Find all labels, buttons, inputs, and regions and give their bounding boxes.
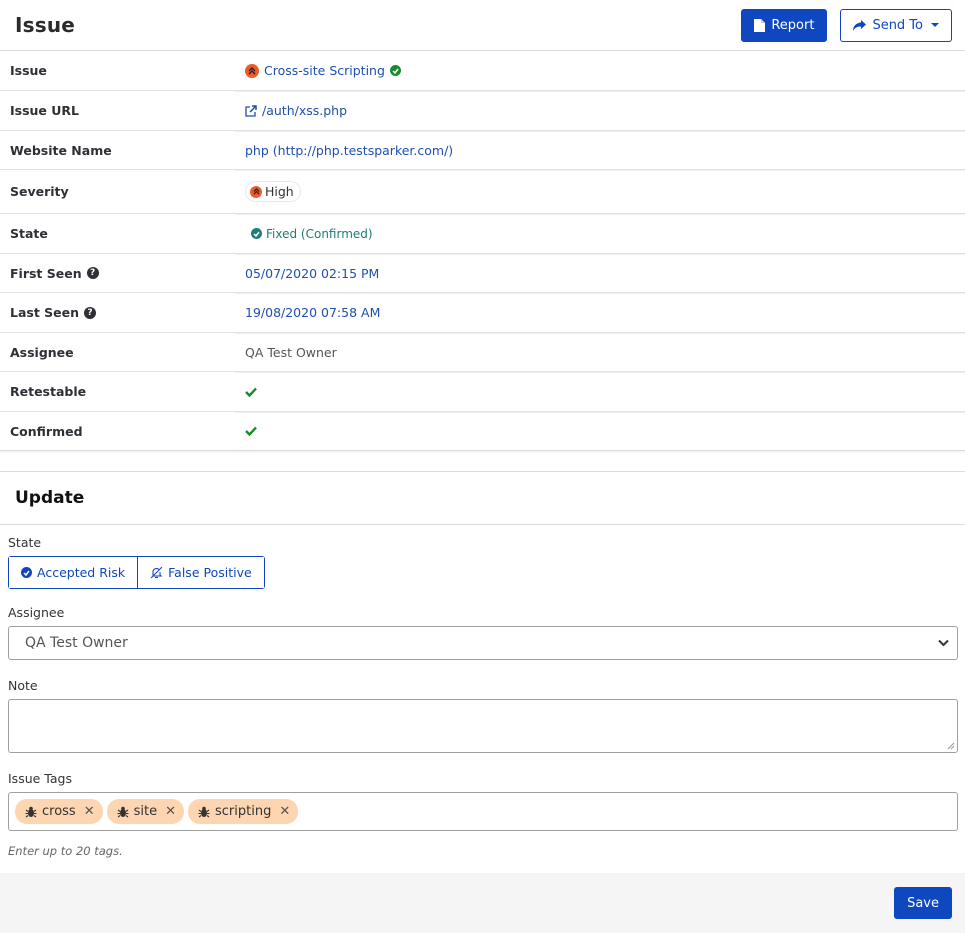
assignee-select[interactable]: QA Test Owner (8, 626, 958, 660)
assignee-selected-value: QA Test Owner (25, 635, 128, 651)
assignee-field-label: Assignee (8, 605, 65, 620)
tag-label: site (133, 804, 158, 819)
detail-row-issue-url: Issue URL /auth/xss.php (0, 90, 965, 130)
severity-high-icon (245, 63, 259, 78)
tag-label: scripting (215, 804, 272, 819)
bell-slash-icon (150, 566, 163, 579)
detail-row-last-seen: Last Seen ? 19/08/2020 07:58 AM (0, 292, 965, 332)
note-field-label: Note (8, 678, 38, 693)
update-title: Update (0, 472, 965, 525)
update-form: State Accepted Risk False Positive Assig… (0, 525, 965, 858)
send-to-button[interactable]: Send To (840, 8, 952, 42)
detail-label: Last Seen ? (0, 305, 235, 320)
tag-chip: site ✕ (106, 799, 185, 824)
detail-value: /auth/xss.php (235, 90, 965, 130)
detail-row-severity: Severity High (0, 169, 965, 213)
detail-value: High (235, 169, 965, 213)
update-card: Update State Accepted Risk False Positiv… (0, 471, 965, 858)
detail-row-assignee: Assignee QA Test Owner (0, 332, 965, 371)
tags-input[interactable]: cross ✕ site ✕ scripting ✕ (8, 792, 958, 831)
send-to-label: Send To (872, 17, 923, 33)
remove-tag-icon[interactable]: ✕ (84, 804, 95, 819)
issue-details: Issue Cross-site Scripting Issue URL /au… (0, 51, 965, 451)
header-actions: Report Send To (741, 8, 952, 42)
save-button[interactable]: Save (894, 887, 952, 919)
bug-icon (198, 806, 210, 817)
state-badge: Fixed (Confirmed) (251, 227, 373, 241)
form-footer: Save (0, 873, 965, 933)
detail-row-first-seen: First Seen ? 05/07/2020 02:15 PM (0, 253, 965, 292)
severity-high-icon (250, 185, 262, 198)
remove-tag-icon[interactable]: ✕ (165, 804, 176, 819)
chevron-down-icon (938, 639, 949, 647)
page-header: Issue Report Send To (0, 0, 965, 51)
accepted-risk-label: Accepted Risk (37, 565, 126, 580)
detail-value (235, 371, 965, 411)
file-icon (754, 18, 766, 32)
checkmark-icon (245, 387, 257, 397)
detail-label: Website Name (10, 142, 112, 158)
remove-tag-icon[interactable]: ✕ (279, 804, 290, 819)
detail-value: Fixed (Confirmed) (235, 213, 965, 253)
state-button-group: Accepted Risk False Positive (8, 556, 265, 589)
resize-handle-icon[interactable] (947, 742, 955, 750)
detail-value: 05/07/2020 02:15 PM (235, 253, 965, 292)
bug-icon (25, 806, 37, 817)
false-positive-button[interactable]: False Positive (137, 557, 264, 588)
detail-row-confirmed: Confirmed (0, 411, 965, 450)
tag-chip: cross ✕ (15, 799, 103, 824)
help-icon[interactable]: ? (86, 267, 99, 279)
detail-label: State (10, 226, 48, 241)
detail-value: Cross-site Scripting (235, 51, 965, 90)
state-field-label: State (8, 535, 42, 550)
website-link[interactable]: php (http://php.testsparker.com/) (245, 143, 453, 158)
detail-label: Severity (10, 184, 69, 199)
check-circle-icon (21, 567, 32, 578)
detail-row-website-name: Website Name php (http://php.testsparker… (0, 130, 965, 169)
accepted-risk-button[interactable]: Accepted Risk (9, 557, 138, 588)
tag-chip: scripting ✕ (188, 799, 299, 824)
detail-label: Retestable (10, 384, 87, 399)
tags-field-label: Issue Tags (8, 771, 72, 786)
caret-down-icon (931, 23, 939, 27)
detail-label: Assignee (10, 344, 74, 360)
tag-label: cross (42, 804, 76, 819)
check-circle-icon (389, 65, 401, 76)
detail-row-state: State Fixed (Confirmed) (0, 213, 965, 253)
severity-label: High (265, 184, 294, 199)
severity-badge: High (245, 181, 301, 202)
checkmark-icon (245, 426, 257, 436)
page-title: Issue (15, 13, 76, 37)
share-icon (853, 19, 867, 31)
detail-label: Issue (10, 63, 47, 78)
detail-row-issue: Issue Cross-site Scripting (0, 51, 965, 90)
false-positive-label: False Positive (168, 565, 252, 580)
detail-value: 19/08/2020 07:58 AM (235, 292, 965, 332)
detail-value: QA Test Owner (235, 332, 965, 371)
detail-value (235, 411, 965, 450)
external-link-icon (245, 104, 257, 117)
issue-link[interactable]: Cross-site Scripting (264, 63, 385, 78)
detail-label: Confirmed (10, 423, 83, 439)
issue-url-link[interactable]: /auth/xss.php (262, 103, 347, 118)
help-icon[interactable]: ? (84, 306, 97, 319)
detail-value: php (http://php.testsparker.com/) (235, 130, 965, 169)
report-label: Report (771, 17, 815, 33)
check-circle-icon (251, 228, 262, 239)
detail-label: First Seen ? (0, 266, 235, 281)
last-seen-label: Last Seen (10, 305, 80, 320)
detail-row-retestable: Retestable (0, 371, 965, 411)
state-label: Fixed (Confirmed) (266, 226, 373, 241)
report-button[interactable]: Report (741, 8, 828, 42)
tags-help-text: Enter up to 20 tags. (8, 844, 123, 858)
detail-label: Issue URL (10, 103, 80, 118)
note-textarea[interactable] (8, 699, 958, 753)
bug-icon (117, 806, 129, 817)
first-seen-label: First Seen (10, 265, 82, 281)
